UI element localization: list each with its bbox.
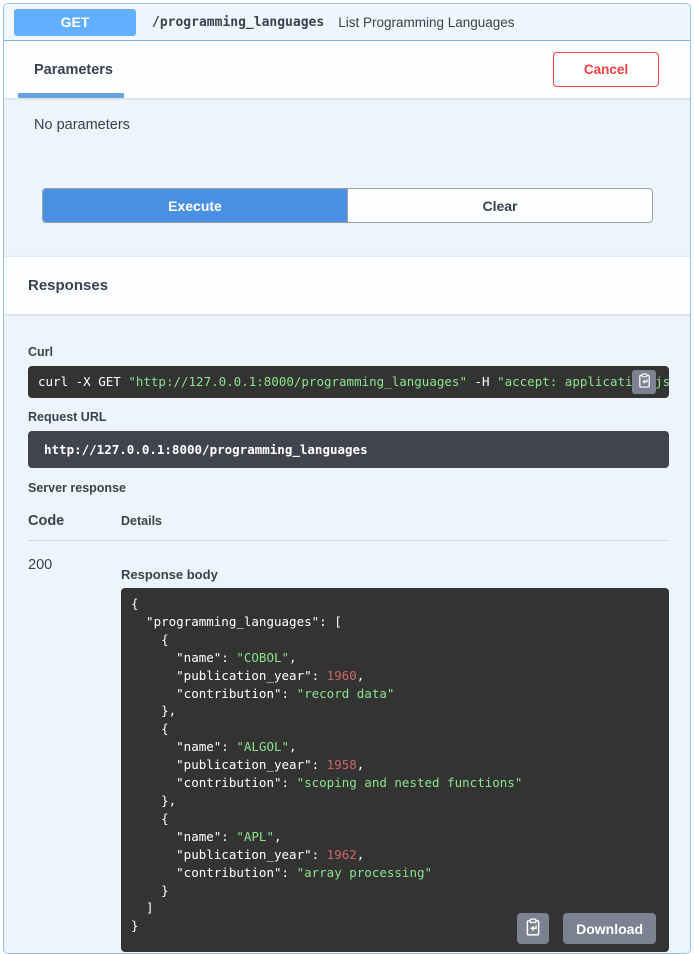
endpoint-path: /programming_languages — [152, 15, 324, 30]
clipboard-copy-icon — [524, 918, 542, 939]
response-body-label: Response body — [121, 567, 669, 582]
server-response-row: 200 Response body { "programming_languag… — [28, 556, 669, 952]
cancel-button[interactable]: Cancel — [553, 52, 659, 87]
request-url-block: http://127.0.0.1:8000/programming_langua… — [28, 431, 669, 468]
download-button[interactable]: Download — [563, 913, 656, 944]
execute-button-group: Execute Clear — [42, 188, 653, 223]
no-parameters-text: No parameters — [34, 117, 130, 133]
request-url-value: http://127.0.0.1:8000/programming_langua… — [44, 442, 368, 457]
response-body-block: { "programming_languages": [ { "name": "… — [121, 588, 669, 952]
clear-button[interactable]: Clear — [347, 189, 652, 222]
response-body-code: { "programming_languages": [ { "name": "… — [121, 588, 669, 942]
details-column-header: Details — [121, 514, 162, 528]
code-column-header: Code — [28, 513, 121, 529]
status-code: 200 — [28, 556, 121, 952]
response-details: Response body { "programming_languages":… — [121, 556, 669, 952]
active-tab-underline — [18, 93, 124, 98]
http-method-badge: GET — [14, 9, 136, 36]
responses-body: Curl curl -X GET "http://127.0.0.1:8000/… — [4, 314, 690, 953]
responses-title: Responses — [28, 277, 108, 294]
response-copy-button[interactable] — [517, 913, 549, 944]
clipboard-copy-icon — [637, 373, 652, 391]
curl-command: curl -X GET "http://127.0.0.1:8000/progr… — [38, 374, 669, 389]
curl-command-block: curl -X GET "http://127.0.0.1:8000/progr… — [28, 366, 669, 398]
curl-label: Curl — [28, 345, 669, 359]
request-url-label: Request URL — [28, 410, 669, 424]
server-response-table-header: Code Details — [28, 513, 669, 529]
operation-summary-row[interactable]: GET /programming_languages List Programm… — [4, 4, 690, 41]
server-response-label: Server response — [28, 481, 669, 495]
curl-copy-button[interactable] — [632, 370, 656, 394]
table-divider — [28, 540, 669, 541]
execute-button[interactable]: Execute — [43, 189, 347, 222]
parameters-body: No parameters Execute Clear — [4, 98, 690, 256]
responses-header: Responses — [4, 256, 690, 314]
parameters-title: Parameters — [34, 62, 113, 78]
parameters-header: Parameters Cancel — [4, 41, 690, 98]
response-body-controls: Download — [517, 913, 656, 944]
endpoint-summary: List Programming Languages — [338, 15, 514, 30]
operation-block-get: GET /programming_languages List Programm… — [3, 3, 691, 954]
